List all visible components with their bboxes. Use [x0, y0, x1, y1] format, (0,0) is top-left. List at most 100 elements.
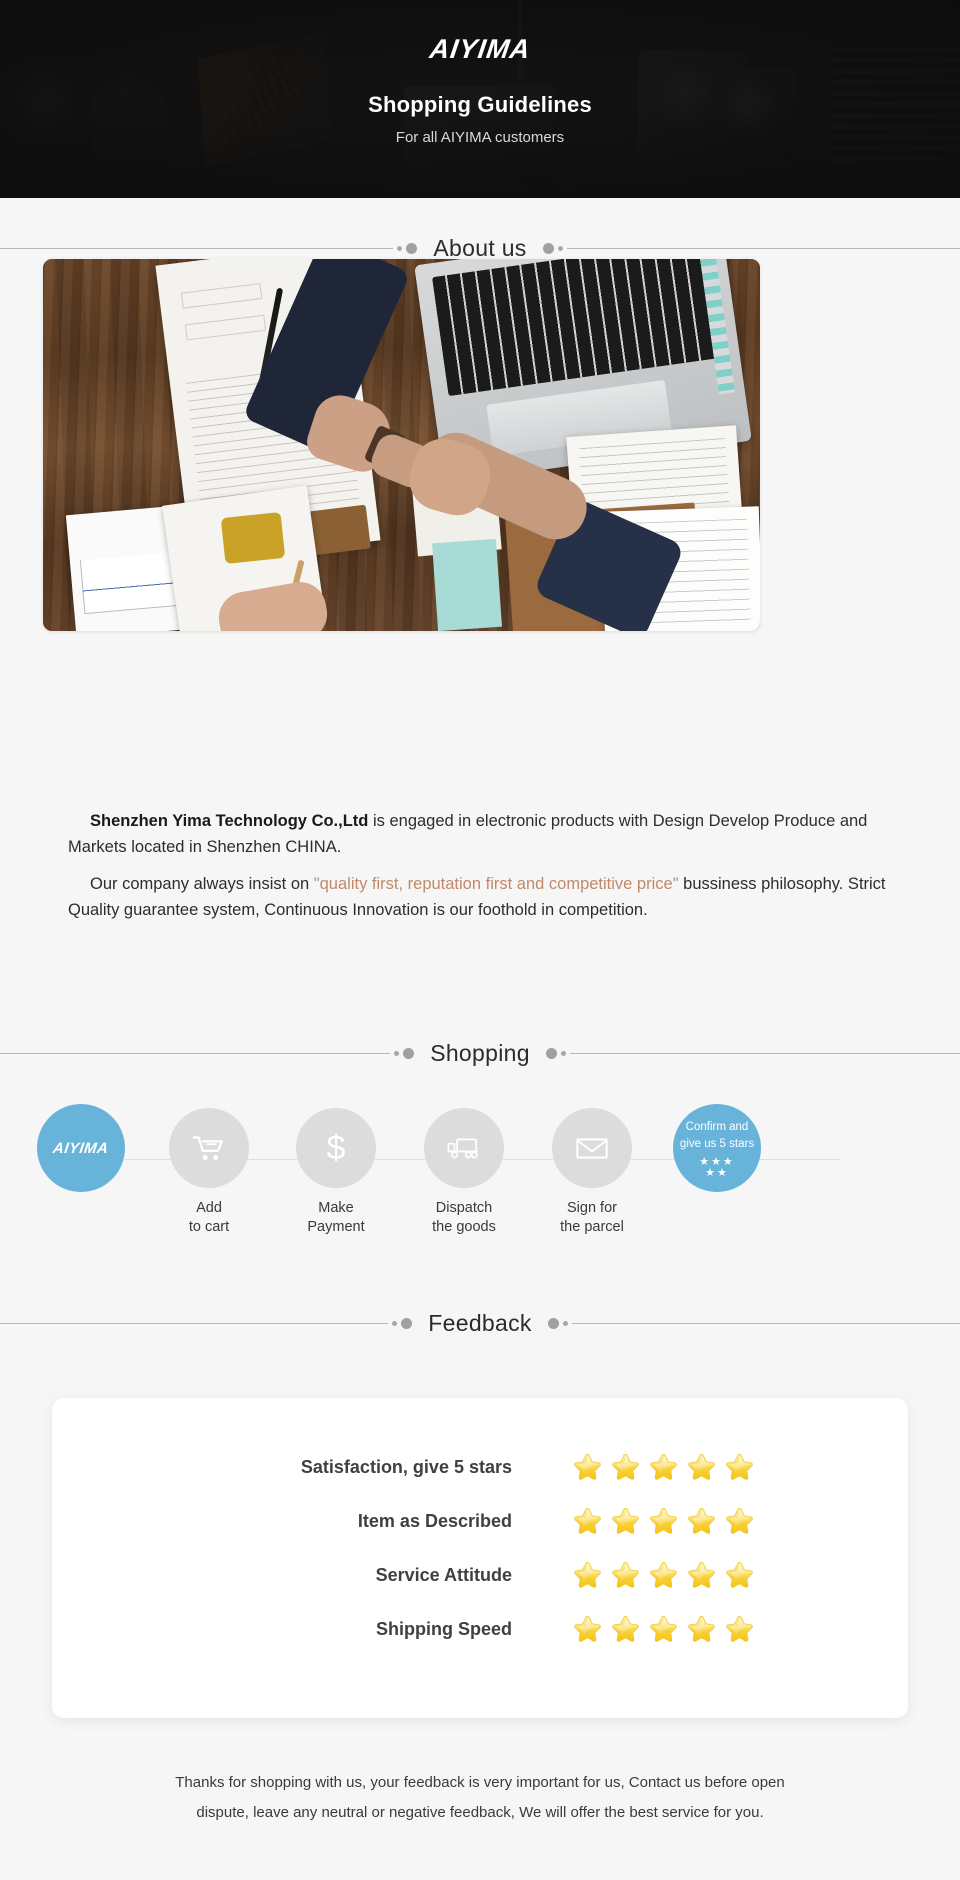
- divider-dot-large-right: [545, 1048, 557, 1059]
- feedback-star-rating[interactable]: [572, 1614, 755, 1645]
- star-icon: [726, 1615, 753, 1642]
- star-icon: [726, 1561, 753, 1588]
- star-icon: [688, 1453, 715, 1480]
- step-circle-payment: $: [296, 1108, 376, 1188]
- step-label-parcel: Sign for the parcel: [527, 1199, 657, 1237]
- divider-dot-small-left: [397, 246, 403, 251]
- feedback-label: Shipping Speed: [375, 1618, 512, 1639]
- divider-line-left: [0, 248, 394, 249]
- step-add-to-cart[interactable]: Add to cart: [144, 1108, 274, 1237]
- star-icon: [612, 1561, 639, 1588]
- step-label-line1: Dispatch: [435, 1200, 493, 1216]
- star-icon: [574, 1453, 601, 1480]
- confirm-line-2: give us 5 stars: [679, 1137, 755, 1150]
- section-header-shopping: Shopping: [0, 1040, 960, 1067]
- divider-dot-large-right: [547, 1318, 559, 1329]
- step-label-payment: Make Payment: [271, 1199, 401, 1237]
- feedback-section-title: Feedback: [428, 1310, 532, 1336]
- divider-dot-small-left: [392, 1321, 398, 1326]
- star-icon: [612, 1507, 639, 1534]
- about-handshake-photo: [43, 259, 760, 631]
- feedback-row: Satisfaction, give 5 stars: [52, 1440, 908, 1494]
- feedback-label: Service Attitude: [375, 1564, 512, 1585]
- star-icon: [612, 1615, 639, 1642]
- five-stars-icon: Confirm and give us 5 stars ★★★ ★★: [680, 1118, 754, 1179]
- star-icon: [688, 1561, 715, 1588]
- banner-title: Shopping Guidelines: [368, 92, 592, 117]
- step-sign-parcel[interactable]: Sign for the parcel: [527, 1108, 657, 1237]
- star-icon: [574, 1615, 601, 1642]
- star-icon: [612, 1453, 639, 1480]
- feedback-star-rating[interactable]: [572, 1506, 755, 1537]
- feedback-star-rating[interactable]: [572, 1560, 755, 1591]
- step-label-line1: Sign for: [567, 1200, 617, 1216]
- feedback-row: Item as Described: [52, 1494, 908, 1548]
- star-icon: [650, 1561, 677, 1588]
- step-label-line2: the goods: [432, 1219, 496, 1235]
- footer-line-2: dispute, leave any neutral or negative f…: [196, 1804, 764, 1821]
- step-make-payment[interactable]: $ Make Payment: [271, 1108, 401, 1237]
- mint-sticky-note: [432, 538, 502, 631]
- about-paragraph-2-pre: Our company always insist on: [90, 875, 314, 893]
- step-circle-dispatch: [424, 1108, 504, 1188]
- star-icon: [574, 1507, 601, 1534]
- divider-dot-small-right: [560, 1051, 566, 1056]
- step-aiyima-brand: AIYIMA: [16, 1104, 146, 1192]
- divider-dot-small-right: [562, 1321, 568, 1326]
- banner-subtitle: For all AIYIMA customers: [395, 129, 565, 146]
- feedback-card: Satisfaction, give 5 stars Item as Descr…: [52, 1398, 908, 1718]
- star-icon: [688, 1615, 715, 1642]
- divider-dot-large-right: [542, 243, 554, 254]
- step-circle-confirm: Confirm and give us 5 stars ★★★ ★★: [673, 1104, 761, 1192]
- star-icon: [650, 1453, 677, 1480]
- divider-dot-large-left: [403, 1048, 415, 1059]
- divider-line-right: [571, 1323, 960, 1324]
- feedback-label: Satisfaction, give 5 stars: [300, 1456, 512, 1477]
- feedback-row: Shipping Speed: [52, 1602, 908, 1656]
- about-section-title: About us: [433, 235, 527, 261]
- step-dispatch-goods[interactable]: Dispatch the goods: [399, 1108, 529, 1237]
- star-icon: [650, 1507, 677, 1534]
- shopping-steps: AIYIMA Add to cart $ Make Payment Dispat…: [0, 1104, 960, 1248]
- feedback-label: Item as Described: [357, 1510, 512, 1531]
- banner-content: AIYIMA Shopping Guidelines For all AIYIM…: [0, 0, 960, 146]
- divider-line-left: [0, 1053, 391, 1054]
- star-icon: [726, 1507, 753, 1534]
- envelope-icon: [573, 1129, 611, 1167]
- divider-dot-large-left: [406, 243, 418, 254]
- aiyima-logo-icon: AIYIMA: [52, 1139, 110, 1157]
- divider-dot-small-left: [394, 1051, 400, 1056]
- about-paragraph-2: Our company always insist on "quality fi…: [68, 871, 892, 923]
- divider-dot-small-right: [557, 246, 563, 251]
- step-label-dispatch: Dispatch the goods: [399, 1199, 529, 1237]
- confirm-stars-bottom: ★★: [705, 1166, 729, 1179]
- section-header-feedback: Feedback: [0, 1310, 960, 1337]
- footer-note: Thanks for shopping with us, your feedba…: [80, 1768, 880, 1828]
- divider-line-left: [0, 1323, 389, 1324]
- step-label-line2: Payment: [307, 1219, 365, 1235]
- step-label-line1: Make: [318, 1200, 354, 1216]
- company-name: Shenzhen Yima Technology Co.,Ltd: [90, 812, 369, 830]
- feedback-row: Service Attitude: [52, 1548, 908, 1602]
- feedback-star-rating[interactable]: [572, 1452, 755, 1483]
- company-motto-quote: "quality first, reputation first and com…: [313, 875, 679, 893]
- star-icon: [574, 1561, 601, 1588]
- star-icon: [688, 1507, 715, 1534]
- dollar-sign-icon: $: [326, 1129, 346, 1167]
- star-icon: [726, 1453, 753, 1480]
- step-label-line2: to cart: [188, 1219, 230, 1235]
- divider-dot-large-left: [401, 1318, 413, 1329]
- confirm-line-1: Confirm and: [685, 1120, 749, 1133]
- step-confirm-rate[interactable]: Confirm and give us 5 stars ★★★ ★★: [652, 1104, 782, 1192]
- delivery-truck-icon: [445, 1129, 483, 1167]
- about-paragraph-1: Shenzhen Yima Technology Co.,Ltd is enga…: [68, 808, 892, 860]
- step-label-line1: Add: [196, 1200, 222, 1216]
- shopping-cart-icon: [190, 1129, 228, 1167]
- shopping-section-title: Shopping: [430, 1040, 530, 1066]
- step-circle-brand: AIYIMA: [37, 1104, 125, 1192]
- divider-line-right: [566, 248, 960, 249]
- page-root: AIYIMA Shopping Guidelines For all AIYIM…: [0, 0, 960, 1880]
- star-icon: [650, 1615, 677, 1642]
- step-circle-cart: [169, 1108, 249, 1188]
- aiyima-logo: AIYIMA: [427, 34, 533, 64]
